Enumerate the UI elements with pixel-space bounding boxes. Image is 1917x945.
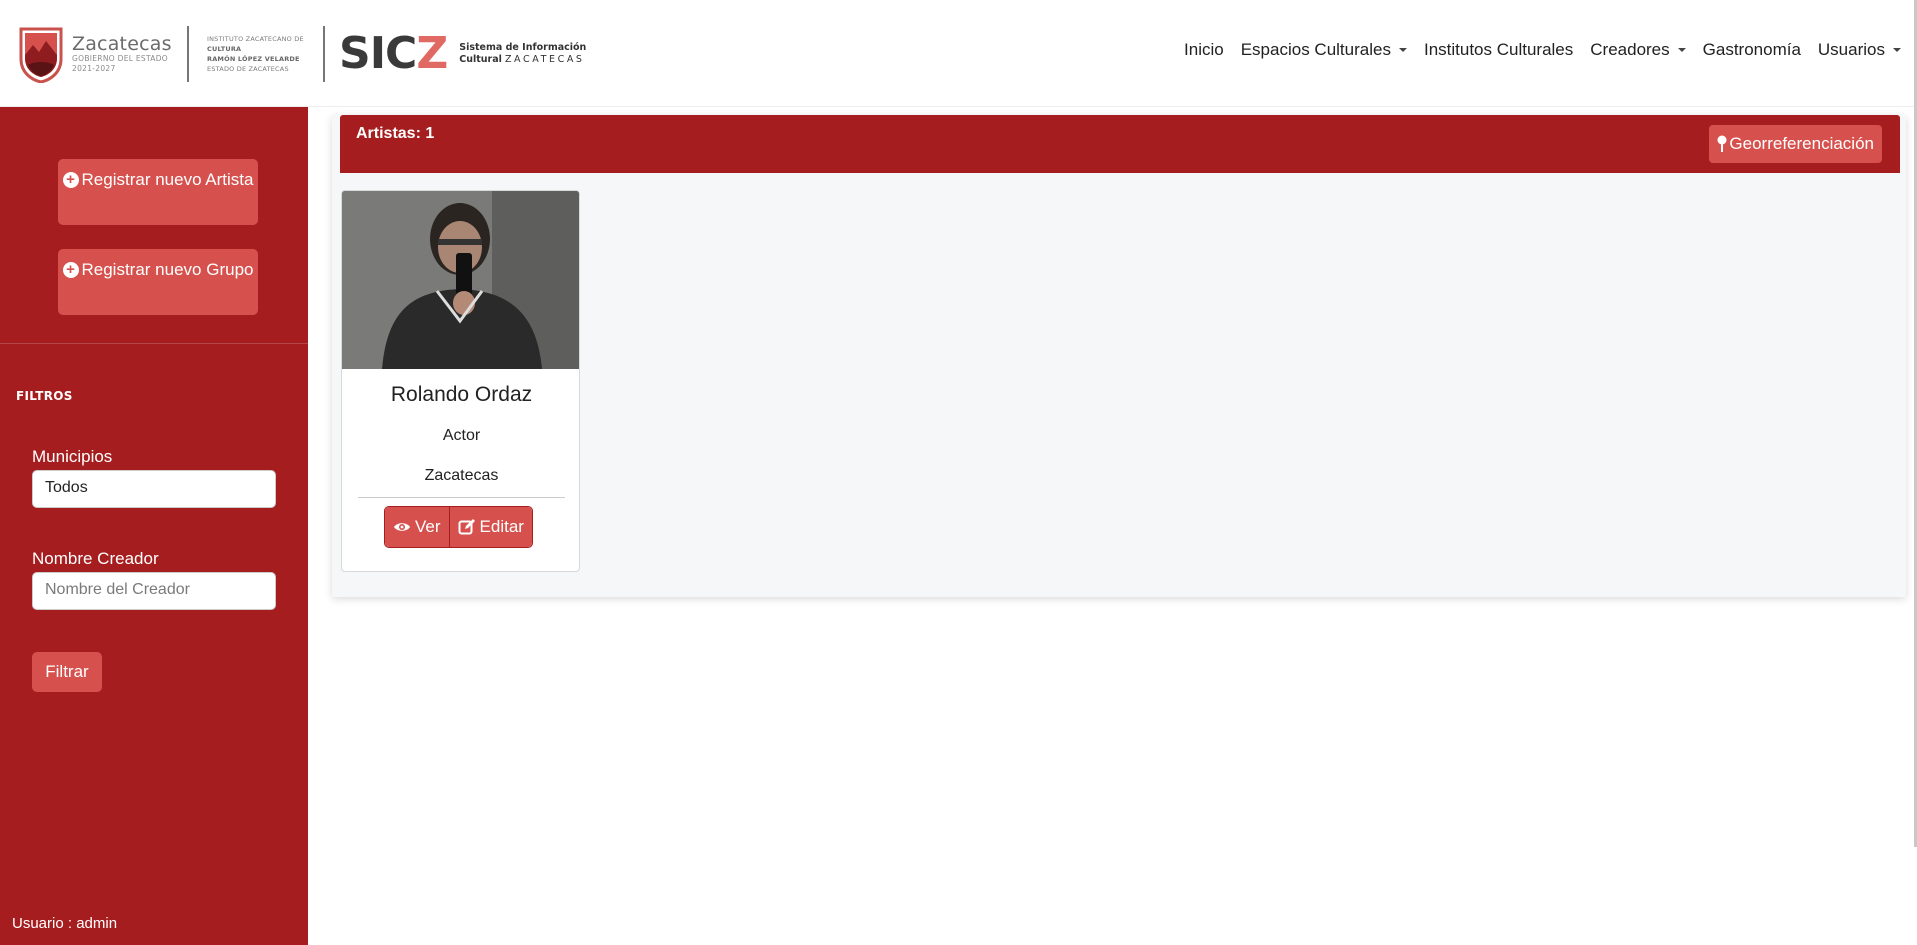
gov-sub: GOBIERNO DEL ESTADO [72, 54, 169, 63]
register-artist-button[interactable]: + Registrar nuevo Artista [58, 159, 258, 225]
nombre-creador-input[interactable]: Nombre del Creador [32, 572, 276, 610]
nav-gastronomia[interactable]: Gastronomía [1703, 40, 1801, 60]
institute-line: RAMÓN LÓPEZ VELARDE [207, 55, 300, 63]
card-actions: Ver Editar [384, 506, 533, 548]
view-button[interactable]: Ver [385, 507, 449, 547]
artist-photo [342, 191, 579, 369]
nav-usuarios[interactable]: Usuarios [1818, 40, 1901, 60]
institute-line: INSTITUTO ZACATECANO DE [207, 35, 304, 43]
caret-down-icon [1893, 48, 1901, 52]
nav-creadores[interactable]: Creadores [1590, 40, 1686, 60]
georeference-button[interactable]: Georreferenciación [1709, 125, 1882, 163]
municipios-select[interactable]: Todos [32, 470, 276, 508]
edit-button[interactable]: Editar [448, 507, 532, 547]
caret-down-icon [1398, 48, 1407, 52]
sicz-wordmark: SICZ [339, 28, 448, 79]
artists-count: Artistas: 1 [356, 125, 435, 142]
nombre-creador-label: Nombre Creador [32, 549, 159, 568]
sidebar-divider [0, 343, 308, 344]
filter-button[interactable]: Filtrar [32, 652, 102, 692]
sicz-logo: SICZ Sistema de Información Cultural ZAC… [339, 32, 586, 76]
artists-panel: Artistas: 1 Georreferenciación Rolando O… [332, 115, 1906, 597]
map-pin-icon [1717, 135, 1727, 152]
filters-title: FILTROS [16, 389, 73, 403]
brand-logos[interactable]: Zacatecas GOBIERNO DEL ESTADO 2021-2027 … [18, 24, 586, 84]
brand-divider [323, 26, 325, 82]
card-divider [358, 497, 565, 498]
zacatecas-shield-logo [19, 27, 63, 83]
sidebar: + Registrar nuevo Artista + Registrar nuev… [0, 107, 308, 945]
plus-circle-icon: + [62, 262, 79, 278]
institute-text: INSTITUTO ZACATECANO DE CULTURA RAMÓN LÓ… [207, 34, 315, 74]
gov-years: 2021-2027 [72, 64, 116, 73]
institute-line: ESTADO DE ZACATECAS [207, 65, 289, 73]
brand-divider [187, 26, 189, 82]
eye-icon [394, 523, 410, 531]
institute-line: CULTURA [207, 45, 242, 53]
artist-card: Rolando Ordaz Actor Zacatecas Ver Editar [341, 190, 580, 572]
sicz-tagline: Sistema de Información Cultural ZACATECA… [459, 42, 586, 66]
artist-role: Actor [442, 427, 481, 444]
gov-title: Zacatecas [72, 33, 172, 55]
artist-municipality: Zacatecas [424, 467, 499, 484]
sicz-line1: Sistema de Información [459, 42, 587, 53]
current-user: Usuario : admin [12, 915, 118, 932]
main-nav: Inicio Espacios Culturales Institutos Cu… [1184, 40, 1901, 60]
gov-text: Zacatecas GOBIERNO DEL ESTADO 2021-2027 [72, 34, 177, 74]
nav-institutos-culturales[interactable]: Institutos Culturales [1424, 40, 1573, 60]
artist-name: Rolando Ordaz [390, 383, 533, 406]
edit-icon [458, 519, 475, 535]
panel-header: Artistas: 1 Georreferenciación [340, 115, 1900, 173]
nav-inicio[interactable]: Inicio [1184, 40, 1224, 60]
top-navbar: Zacatecas GOBIERNO DEL ESTADO 2021-2027 … [0, 0, 1917, 107]
municipios-label: Municipios [32, 447, 113, 466]
plus-circle-icon: + [62, 172, 79, 188]
caret-down-icon [1677, 48, 1686, 52]
sicz-line2: Cultural ZACATECAS [459, 54, 585, 65]
register-group-button[interactable]: + Registrar nuevo Grupo [58, 249, 258, 315]
nav-espacios-culturales[interactable]: Espacios Culturales [1241, 40, 1407, 60]
